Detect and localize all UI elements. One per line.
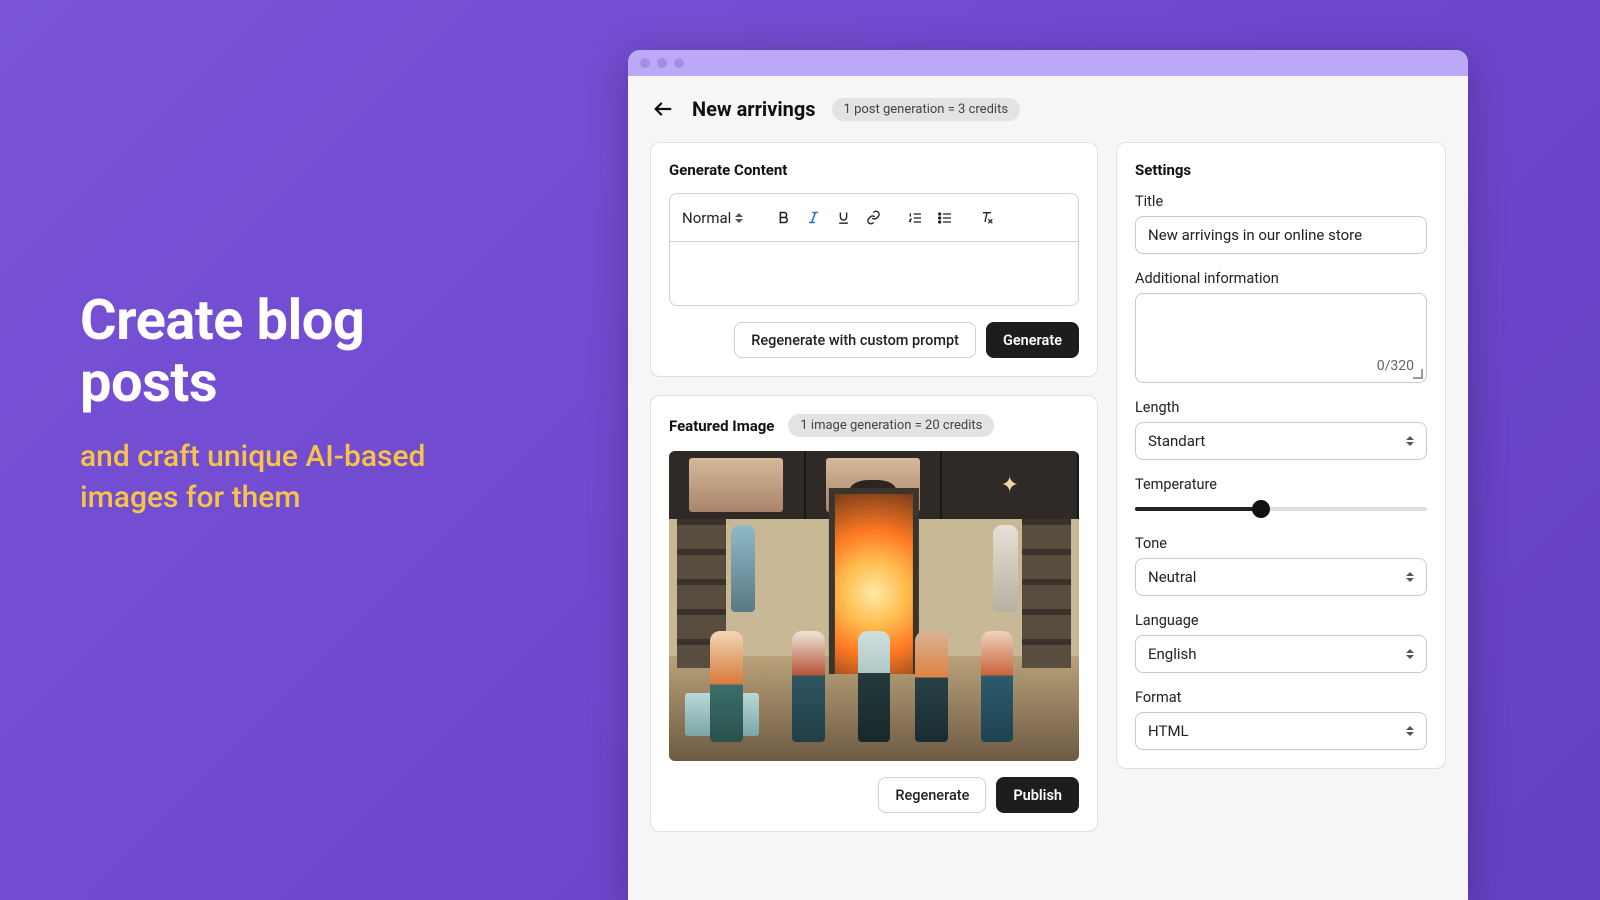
featured-image-card: Featured Image 1 image generation = 20 c…	[650, 395, 1098, 832]
page-title: New arrivings	[692, 97, 816, 121]
format-label: Format	[1135, 689, 1427, 706]
tone-select[interactable]: Neutral	[1135, 558, 1427, 596]
window-dot-min[interactable]	[657, 58, 667, 68]
updown-chevron-icon	[1406, 726, 1414, 736]
page-header: New arrivings 1 post generation = 3 cred…	[650, 96, 1446, 122]
italic-button[interactable]	[799, 204, 827, 232]
image-credits-chip: 1 image generation = 20 credits	[788, 414, 994, 437]
updown-chevron-icon	[1406, 649, 1414, 659]
title-input-value: New arrivings in our online store	[1148, 226, 1362, 244]
editor-toolbar: Normal	[670, 194, 1078, 242]
featured-image-title: Featured Image	[669, 417, 774, 435]
marketing-subheadline: and craft unique AI-based images for the…	[80, 437, 510, 518]
title-label: Title	[1135, 193, 1427, 210]
underline-button[interactable]	[829, 204, 857, 232]
tone-value: Neutral	[1148, 568, 1196, 586]
additional-info-label: Additional information	[1135, 270, 1427, 287]
marketing-copy: Create blog posts and craft unique AI-ba…	[80, 290, 510, 518]
length-value: Standart	[1148, 432, 1205, 450]
format-value: HTML	[1148, 722, 1189, 740]
back-button[interactable]	[650, 96, 676, 122]
regenerate-custom-button[interactable]: Regenerate with custom prompt	[734, 322, 976, 358]
slider-thumb[interactable]	[1252, 500, 1270, 518]
language-select[interactable]: English	[1135, 635, 1427, 673]
language-value: English	[1148, 645, 1197, 663]
clear-format-button[interactable]	[973, 204, 1001, 232]
format-select[interactable]: HTML	[1135, 712, 1427, 750]
length-select[interactable]: Standart	[1135, 422, 1427, 460]
slider-fill	[1135, 507, 1261, 511]
ordered-list-icon	[907, 210, 923, 226]
italic-icon	[806, 210, 821, 225]
window-titlebar	[628, 50, 1468, 76]
unordered-list-button[interactable]	[931, 204, 959, 232]
editor-body[interactable]	[670, 242, 1078, 305]
ordered-list-button[interactable]	[901, 204, 929, 232]
bold-button[interactable]	[769, 204, 797, 232]
updown-chevron-icon	[735, 213, 743, 223]
paragraph-format-select[interactable]: Normal	[682, 209, 755, 227]
language-label: Language	[1135, 612, 1427, 629]
additional-info-input[interactable]: 0/320	[1135, 293, 1427, 383]
clear-format-icon	[979, 210, 995, 226]
arrow-left-icon	[652, 98, 674, 120]
updown-chevron-icon	[1406, 436, 1414, 446]
temperature-slider[interactable]	[1135, 499, 1427, 519]
additional-info-counter: 0/320	[1377, 358, 1414, 374]
regenerate-image-button[interactable]: Regenerate	[878, 777, 986, 813]
app-window: New arrivings 1 post generation = 3 cred…	[628, 50, 1468, 900]
rich-text-editor: Normal	[669, 193, 1079, 306]
featured-image-preview: ✦	[669, 451, 1079, 761]
tone-label: Tone	[1135, 535, 1427, 552]
credits-chip: 1 post generation = 3 credits	[832, 98, 1020, 121]
generate-content-card: Generate Content Normal	[650, 142, 1098, 377]
bold-icon	[776, 210, 791, 225]
settings-title: Settings	[1135, 161, 1427, 179]
generate-content-title: Generate Content	[669, 161, 1079, 179]
updown-chevron-icon	[1406, 572, 1414, 582]
underline-icon	[836, 210, 851, 225]
temperature-label: Temperature	[1135, 476, 1427, 493]
settings-panel: Settings Title New arrivings in our onli…	[1116, 142, 1446, 769]
unordered-list-icon	[937, 210, 953, 226]
app-content: New arrivings 1 post generation = 3 cred…	[628, 76, 1468, 900]
paragraph-format-label: Normal	[682, 209, 731, 227]
link-button[interactable]	[859, 204, 887, 232]
link-icon	[866, 210, 881, 225]
generate-button[interactable]: Generate	[986, 322, 1079, 358]
resize-handle-icon[interactable]	[1413, 369, 1423, 379]
title-input[interactable]: New arrivings in our online store	[1135, 216, 1427, 254]
marketing-headline: Create blog posts	[80, 290, 510, 413]
publish-button[interactable]: Publish	[996, 777, 1079, 813]
window-dot-max[interactable]	[674, 58, 684, 68]
length-label: Length	[1135, 399, 1427, 416]
window-dot-close[interactable]	[640, 58, 650, 68]
